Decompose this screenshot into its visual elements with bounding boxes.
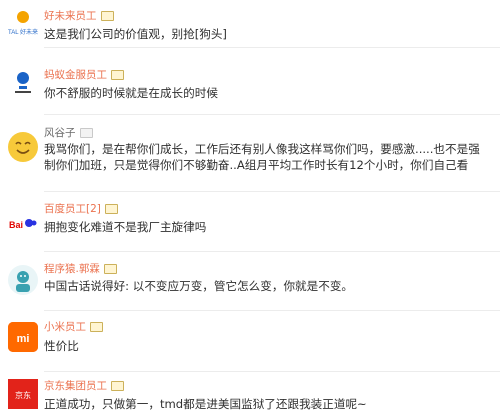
badge-icon: [103, 264, 117, 274]
jd-logo-icon: 京东: [8, 379, 38, 409]
username[interactable]: 百度员工[2]: [44, 202, 118, 216]
comment-text: 性价比: [44, 339, 79, 353]
tal-logo-icon: TAL 好未来: [8, 11, 38, 36]
username[interactable]: 蚂蚁金服员工: [44, 68, 124, 82]
comment-item: 京东 京东集团员工 正道成功，只做第一，tmd都是进美国监狱了还跟我装正道呢~: [0, 375, 500, 418]
comment-text: 你不舒服的时候就是在成长的时候: [44, 86, 218, 100]
comment-item: 风谷子 我骂你们，是在帮你们成长，工作后还有别人像我这样骂你们吗，要感激....…: [0, 124, 500, 192]
comment-item: 程序猿.郭霖 中国古话说得好: 以不变应万变，管它怎么变，你就是不变。: [0, 257, 500, 311]
comment-text: 我骂你们，是在帮你们成长，工作后还有别人像我这样骂你们吗，要感激.....也不是…: [44, 142, 480, 172]
username[interactable]: 风谷子: [44, 126, 93, 140]
badge-icon: [79, 128, 93, 138]
divider: [44, 47, 500, 48]
comment-item: 蚂蚁金服员工 你不舒服的时候就是在成长的时候: [0, 59, 500, 115]
username-text[interactable]: 程序猿.郭霖: [44, 263, 100, 275]
badge-icon: [111, 70, 124, 80]
comment-item: mi 小米员工 性价比: [0, 316, 500, 372]
badge-icon: [104, 204, 118, 214]
divider: [44, 191, 500, 192]
avatar[interactable]: TAL 好未来: [8, 8, 38, 38]
badge-icon: [100, 11, 114, 21]
username-text[interactable]: 蚂蚁金服员工: [44, 69, 107, 81]
comment-text: 中国古话说得好: 以不变应万变，管它怎么变，你就是不变。: [44, 279, 354, 293]
cartoon-avatar-icon: [9, 266, 37, 294]
comment-item: Bai 百度员工[2] 拥抱变化难道不是我厂主旋律吗: [0, 200, 500, 252]
divider: [44, 114, 500, 115]
ant-financial-logo-icon: [15, 72, 31, 93]
avatar-label: Bai: [9, 220, 23, 230]
username[interactable]: 京东集团员工: [44, 379, 124, 393]
smiley-face-icon: [9, 133, 37, 161]
avatar[interactable]: [8, 132, 38, 162]
avatar-label: 京东: [15, 390, 31, 400]
divider: [44, 251, 500, 252]
divider: [44, 371, 500, 372]
avatar[interactable]: Bai: [8, 208, 38, 238]
username-text[interactable]: 京东集团员工: [44, 380, 107, 392]
avatar[interactable]: [8, 67, 38, 97]
comment-text: 这是我们公司的价值观，别抢[狗头]: [44, 27, 227, 41]
avatar-label: mi: [17, 333, 30, 345]
baidu-logo-icon: Bai: [9, 219, 37, 230]
username-text[interactable]: 小米员工: [44, 321, 86, 333]
avatar-label: TAL 好未来: [8, 28, 38, 36]
mi-logo-icon: mi: [8, 322, 38, 352]
comment-item: TAL 好未来 好未来员工 这是我们公司的价值观，别抢[狗头]: [0, 0, 500, 48]
badge-icon: [111, 381, 124, 391]
avatar[interactable]: 京东: [8, 379, 38, 409]
avatar[interactable]: mi: [8, 322, 38, 352]
avatar[interactable]: [8, 265, 38, 295]
username-text[interactable]: 百度员工[2]: [44, 203, 101, 215]
username-text[interactable]: 好未来员工: [44, 10, 97, 22]
comment-text: 正道成功，只做第一，tmd都是进美国监狱了还跟我装正道呢~: [44, 397, 367, 411]
username-text[interactable]: 风谷子: [44, 127, 76, 139]
comment-text: 拥抱变化难道不是我厂主旋律吗: [44, 220, 207, 234]
divider: [44, 310, 500, 311]
username[interactable]: 好未来员工: [44, 9, 114, 23]
badge-icon: [90, 322, 103, 332]
username[interactable]: 程序猿.郭霖: [44, 262, 117, 276]
username[interactable]: 小米员工: [44, 320, 103, 334]
